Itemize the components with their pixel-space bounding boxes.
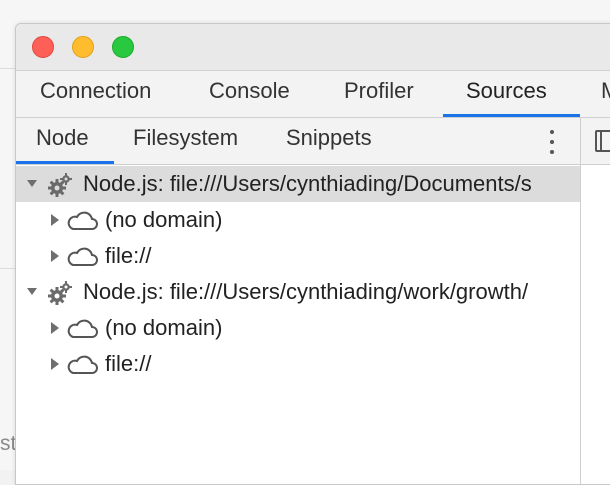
tree-item-label: Node.js: file:///Users/cynthiading/work/… [83,279,529,304]
active-tab-indicator [443,114,580,117]
toggle-navigator-icon[interactable] [595,130,610,152]
tree-item-label: file:// [105,243,152,268]
expand-right-triangle-icon[interactable] [49,238,63,274]
tab-profiler[interactable]: Profiler [344,71,414,117]
more-options-icon[interactable] [540,128,564,156]
expand-down-triangle-icon[interactable] [26,166,40,202]
tree-item-label: (no domain) [105,315,223,340]
tree-item-folder[interactable]: (no domain) [16,310,580,346]
subtab-node[interactable]: Node [36,118,89,164]
cloud-icon [67,211,98,230]
sources-navigator: Node Filesystem Snippets Node.js: file:/… [16,118,581,484]
editor-toolbar [581,118,610,165]
tree-item-folder[interactable]: (no domain) [16,202,580,238]
tree-item-label: (no domain) [105,207,223,232]
close-window-button[interactable] [32,36,54,58]
tab-memory[interactable]: M [601,71,610,111]
cloud-icon [67,319,98,338]
subtab-snippets[interactable]: Snippets [286,118,372,164]
title-bar[interactable] [16,24,610,71]
expand-right-triangle-icon[interactable] [49,202,63,238]
background-divider [0,68,16,69]
cloud-icon [67,247,98,266]
expand-down-triangle-icon[interactable] [26,274,40,310]
minimize-window-button[interactable] [72,36,94,58]
zoom-window-button[interactable] [112,36,134,58]
tree-item-folder[interactable]: file:// [16,346,580,382]
tab-sources[interactable]: Sources [466,71,547,117]
devtools-window: Connection Console Profiler Sources M No… [15,23,610,485]
tree-item-label: Node.js: file:///Users/cynthiading/Docum… [83,171,532,196]
tree-item-folder[interactable]: file:// [16,238,580,274]
tree-item-node-root[interactable]: Node.js: file:///Users/cynthiading/work/… [16,274,580,310]
expand-right-triangle-icon[interactable] [49,310,63,346]
gear-icon [48,173,72,197]
main-tab-bar: Connection Console Profiler Sources M [16,71,610,118]
editor-pane: 1 1 [581,118,610,484]
cloud-icon [67,355,98,374]
expand-right-triangle-icon[interactable] [49,346,63,382]
subtab-filesystem[interactable]: Filesystem [133,118,238,164]
file-tree: Node.js: file:///Users/cynthiading/Docum… [16,166,580,382]
tab-connection[interactable]: Connection [40,71,151,117]
tab-console[interactable]: Console [209,71,290,117]
navigator-tab-bar: Node Filesystem Snippets [16,118,580,165]
tree-item-label: file:// [105,351,152,376]
active-subtab-indicator [16,161,114,164]
gear-icon [48,281,72,305]
background-divider [0,268,16,269]
tree-item-node-root[interactable]: Node.js: file:///Users/cynthiading/Docum… [16,166,580,202]
